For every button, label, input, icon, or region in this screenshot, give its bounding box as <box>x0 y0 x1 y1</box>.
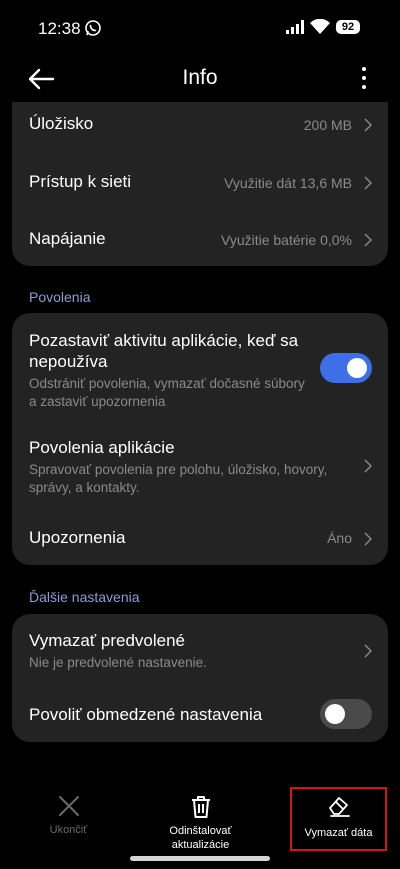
stop-button[interactable]: Ukončiť <box>2 785 135 855</box>
uninstall-updates-button[interactable]: Odinštalovať aktualizácie <box>134 785 267 855</box>
pause-activity-row[interactable]: Pozastaviť aktivitu aplikácie, keď sa ne… <box>12 313 388 413</box>
app-info-card: Úložisko 200 MB Prístup k sieti Využitie… <box>12 102 388 266</box>
pause-activity-title-line1: Pozastaviť aktivitu aplikácie, keď sa <box>29 331 299 350</box>
storage-title: Úložisko <box>29 114 94 133</box>
chevron-right-icon <box>364 176 372 190</box>
pause-activity-toggle[interactable] <box>320 353 372 383</box>
notifications-title: Upozornenia <box>29 528 126 547</box>
chevron-right-icon <box>364 532 372 546</box>
close-icon <box>58 796 79 816</box>
app-permissions-title: Povolenia aplikácie <box>29 438 175 457</box>
app-permissions-subtitle-line2: správy, a kontakty. <box>29 480 140 495</box>
chevron-right-icon <box>364 118 372 132</box>
chevron-right-icon <box>364 459 372 473</box>
status-time: 12:38 <box>38 19 81 38</box>
status-icons: 92 <box>286 19 360 34</box>
stop-label: Ukončiť <box>49 824 88 836</box>
power-row[interactable]: Napájanie Využitie batérie 0,0% <box>12 216 388 260</box>
clear-defaults-subtitle: Nie je predvolené nastavenie. <box>29 655 207 670</box>
page-title: Info <box>182 66 218 89</box>
clear-data-highlight <box>290 787 387 851</box>
more-settings-card: Vymazať predvolené Nie je predvolené nas… <box>12 614 388 742</box>
wifi-icon <box>310 19 330 34</box>
chevron-right-icon <box>364 233 372 247</box>
permissions-card: Pozastaviť aktivitu aplikácie, keď sa ne… <box>12 313 388 565</box>
pause-activity-subtitle-line2: a zastaviť upozornenia <box>29 394 166 409</box>
restricted-settings-row[interactable]: Povoliť obmedzené nastavenia <box>12 692 388 736</box>
whatsapp-icon <box>85 20 101 36</box>
power-value: Využitie batérie 0,0% <box>221 232 352 248</box>
battery-icon: 92 <box>336 19 360 34</box>
app-permissions-row[interactable]: Povolenia aplikácie Spravovať povolenia … <box>12 425 388 501</box>
clear-defaults-row[interactable]: Vymazať predvolené Nie je predvolené nas… <box>12 614 388 680</box>
status-bar: 12:38 92 <box>0 0 400 56</box>
clear-defaults-title: Vymazať predvolené <box>29 631 185 650</box>
signal-icon <box>286 19 304 34</box>
storage-row[interactable]: Úložisko 200 MB <box>12 102 388 146</box>
network-access-value: Využitie dát 13,6 MB <box>224 175 352 191</box>
permissions-section-label: Povolenia <box>29 289 91 305</box>
uninstall-updates-label-line1: Odinštalovať <box>169 825 232 837</box>
restricted-settings-toggle[interactable] <box>320 699 372 729</box>
trash-icon <box>191 796 210 818</box>
storage-value: 200 MB <box>303 117 352 133</box>
app-permissions-subtitle-line1: Spravovať povolenia pre polohu, úložisko… <box>29 462 328 477</box>
notifications-row[interactable]: Upozornenia Áno <box>12 515 388 559</box>
pause-activity-subtitle-line1: Odstrániť povolenia, vymazať dočasné súb… <box>29 376 305 391</box>
app-bar: Info <box>0 56 400 102</box>
power-title: Napájanie <box>29 229 106 248</box>
uninstall-updates-label-line2: aktualizácie <box>171 839 230 851</box>
chevron-right-icon <box>364 644 372 658</box>
home-indicator[interactable] <box>130 856 270 861</box>
network-access-title: Prístup k sieti <box>29 172 132 191</box>
restricted-settings-title: Povoliť obmedzené nastavenia <box>29 705 263 724</box>
pause-activity-title-line2: nepoužíva <box>29 352 108 371</box>
network-access-row[interactable]: Prístup k sieti Využitie dát 13,6 MB <box>12 159 388 203</box>
more-vertical-icon[interactable] <box>360 66 368 90</box>
notifications-value: Áno <box>327 530 352 546</box>
toggle-knob <box>347 358 367 378</box>
toggle-knob <box>325 704 345 724</box>
more-settings-section-label: Ďalšie nastavenia <box>29 589 140 605</box>
